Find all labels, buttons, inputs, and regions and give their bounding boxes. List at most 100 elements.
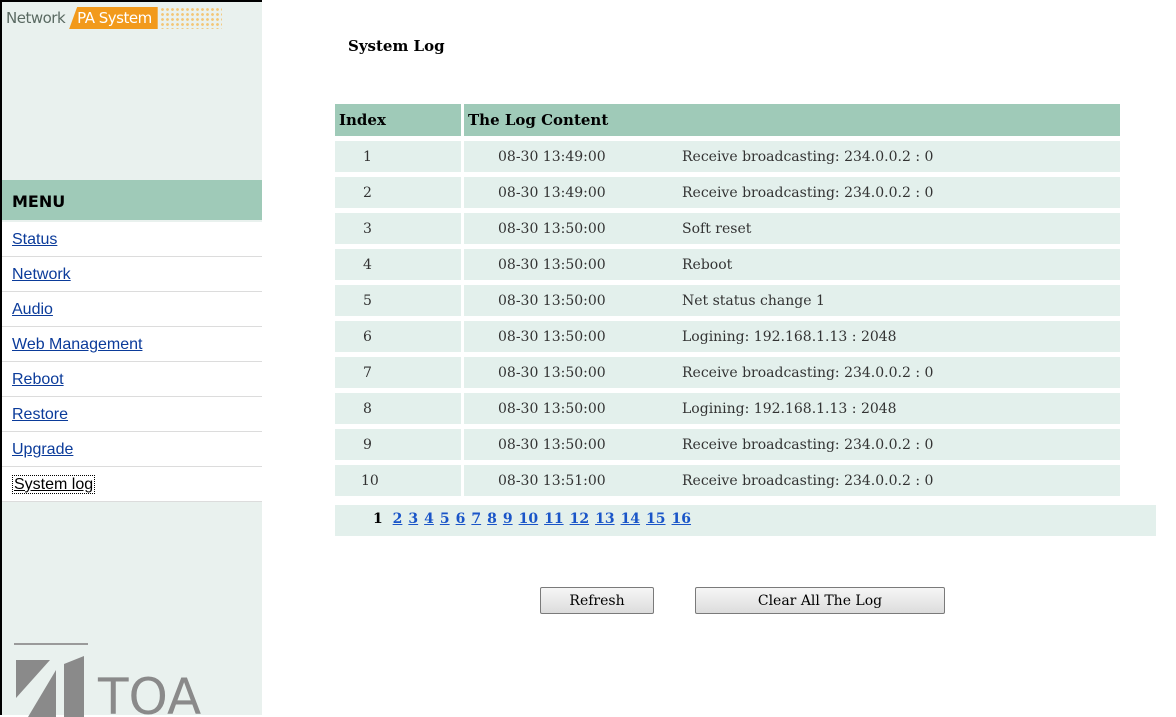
table-row: 1 08-30 13:49:00 Receive broadcasting: 234… (335, 136, 1120, 172)
table-row: 2 08-30 13:49:00 Receive broadcasting: 234… (335, 172, 1120, 208)
page-link[interactable]: 14 (621, 511, 640, 527)
brand-network-text: Network (6, 9, 66, 27)
log-message: Net status change 1 (682, 292, 825, 309)
menu-item-network[interactable]: Network (2, 257, 262, 292)
table-row: 4 08-30 13:50:00 Reboot (335, 244, 1120, 280)
log-timestamp: 08-30 13:50:00 (498, 436, 606, 453)
brand-logo: Network PA System (6, 7, 222, 33)
log-table-body: 1 08-30 13:49:00 Receive broadcasting: 234… (335, 136, 1120, 496)
menu-title: MENU (2, 180, 262, 220)
log-table: Index The Log Content 1 08-30 13:49:00 Rec… (335, 104, 1120, 496)
log-message: Receive broadcasting: 234.0.0.2 : 0 (682, 184, 934, 201)
log-timestamp: 08-30 13:50:00 (498, 328, 606, 345)
log-content-cell: 08-30 13:49:00 Receive broadcasting: 234.… (464, 172, 1120, 208)
log-content-cell: 08-30 13:50:00 Logining: 192.168.1.13 : 2… (464, 316, 1120, 352)
log-content-cell: 08-30 13:50:00 Soft reset (464, 208, 1120, 244)
page-link[interactable]: 15 (646, 511, 665, 527)
menu-item-audio[interactable]: Audio (2, 292, 262, 327)
menu-item-label: Status (12, 231, 58, 248)
log-timestamp: 08-30 13:50:00 (498, 256, 606, 273)
clear-all-log-button[interactable]: Clear All The Log (695, 587, 945, 614)
log-message: Receive broadcasting: 234.0.0.2 : 0 (682, 148, 934, 165)
page-link[interactable]: 9 (503, 511, 513, 527)
log-timestamp: 08-30 13:50:00 (498, 364, 606, 381)
menu-item-status[interactable]: Status (2, 222, 262, 257)
table-row: 3 08-30 13:50:00 Soft reset (335, 208, 1120, 244)
page-title: System Log (348, 37, 445, 55)
log-content-cell: 08-30 13:49:00 Receive broadcasting: 234.… (464, 136, 1120, 172)
table-row: 5 08-30 13:50:00 Net status change 1 (335, 280, 1120, 316)
menu-item-restore[interactable]: Restore (2, 397, 262, 432)
column-header-log-content: The Log Content (464, 104, 1120, 136)
page-link[interactable]: 6 (456, 511, 466, 527)
table-row: 10 08-30 13:51:00 Receive broadcasting: 23… (335, 460, 1120, 496)
menu-item-label: Web Management (12, 336, 143, 353)
page-link[interactable]: 4 (424, 511, 434, 527)
toa-logo: TOA (14, 643, 201, 717)
log-content-cell: 08-30 13:50:00 Receive broadcasting: 234.… (464, 424, 1120, 460)
log-message: Receive broadcasting: 234.0.0.2 : 0 (682, 364, 934, 381)
table-header-row: Index The Log Content (335, 104, 1120, 136)
menu-item-label: Audio (12, 301, 53, 318)
menu-item-system-log[interactable]: System log (2, 467, 262, 502)
log-index-cell: 8 (335, 388, 464, 424)
page-link[interactable]: 13 (595, 511, 614, 527)
page-link[interactable]: 16 (672, 511, 691, 527)
page-link[interactable]: 8 (487, 511, 497, 527)
brand-dots-decoration (159, 7, 222, 29)
log-index-cell: 4 (335, 244, 464, 280)
menu-item-reboot[interactable]: Reboot (2, 362, 262, 397)
sidebar: Network PA System MENU Status Network Audi… (0, 0, 262, 717)
log-index-cell: 3 (335, 208, 464, 244)
log-content-cell: 08-30 13:51:00 Receive broadcasting: 234.… (464, 460, 1120, 496)
page-link[interactable]: 11 (544, 511, 563, 527)
log-content-cell: 08-30 13:50:00 Reboot (464, 244, 1120, 280)
log-timestamp: 08-30 13:50:00 (498, 292, 606, 309)
log-message: Logining: 192.168.1.13 : 2048 (682, 400, 897, 417)
menu-item-label: Restore (12, 406, 69, 423)
page-link[interactable]: 3 (408, 511, 418, 527)
log-index-cell: 7 (335, 352, 464, 388)
table-row: 9 08-30 13:50:00 Receive broadcasting: 234… (335, 424, 1120, 460)
page-link[interactable]: 2 (393, 511, 403, 527)
log-index-cell: 9 (335, 424, 464, 460)
log-timestamp: 08-30 13:51:00 (498, 472, 606, 489)
log-timestamp: 08-30 13:49:00 (498, 148, 606, 165)
brand-pa-system-text: PA System (69, 7, 158, 29)
log-timestamp: 08-30 13:50:00 (498, 400, 606, 417)
log-index-cell: 2 (335, 172, 464, 208)
refresh-button[interactable]: Refresh (540, 587, 654, 614)
table-row: 7 08-30 13:50:00 Receive broadcasting: 234… (335, 352, 1120, 388)
log-content-cell: 08-30 13:50:00 Receive broadcasting: 234.… (464, 352, 1120, 388)
log-index-cell: 5 (335, 280, 464, 316)
log-index-cell: 10 (335, 460, 464, 496)
pagination-links: 2 3 4 5 6 7 8 9 10 11 12 13 14 15 16 (393, 511, 697, 527)
pagination-current-page: 1 (373, 511, 383, 527)
log-content-cell: 08-30 13:50:00 Logining: 192.168.1.13 : 2… (464, 388, 1120, 424)
log-message: Soft reset (682, 220, 752, 237)
menu-item-web-management[interactable]: Web Management (2, 327, 262, 362)
table-row: 8 08-30 13:50:00 Logining: 192.168.1.13 : … (335, 388, 1120, 424)
page-link[interactable]: 12 (570, 511, 589, 527)
log-index-cell: 1 (335, 136, 464, 172)
menu-item-upgrade[interactable]: Upgrade (2, 432, 262, 467)
column-header-index: Index (335, 104, 464, 136)
menu-item-label: System log (12, 475, 96, 494)
toa-logo-text: TOA (97, 668, 201, 717)
log-content-cell: 08-30 13:50:00 Net status change 1 (464, 280, 1120, 316)
log-timestamp: 08-30 13:49:00 (498, 184, 606, 201)
page-link[interactable]: 7 (471, 511, 481, 527)
menu-item-label: Upgrade (12, 441, 74, 458)
log-message: Reboot (682, 256, 733, 273)
log-message: Receive broadcasting: 234.0.0.2 : 0 (682, 436, 934, 453)
log-index-cell: 6 (335, 316, 464, 352)
menu-item-label: Network (12, 266, 71, 283)
page-link[interactable]: 5 (440, 511, 450, 527)
page-link[interactable]: 10 (519, 511, 538, 527)
pagination: 1 2 3 4 5 6 7 8 9 10 11 12 13 14 15 16 (335, 505, 1156, 536)
log-timestamp: 08-30 13:50:00 (498, 220, 606, 237)
log-message: Logining: 192.168.1.13 : 2048 (682, 328, 897, 345)
log-message: Receive broadcasting: 234.0.0.2 : 0 (682, 472, 934, 489)
menu-item-label: Reboot (12, 371, 64, 388)
table-row: 6 08-30 13:50:00 Logining: 192.168.1.13 : … (335, 316, 1120, 352)
